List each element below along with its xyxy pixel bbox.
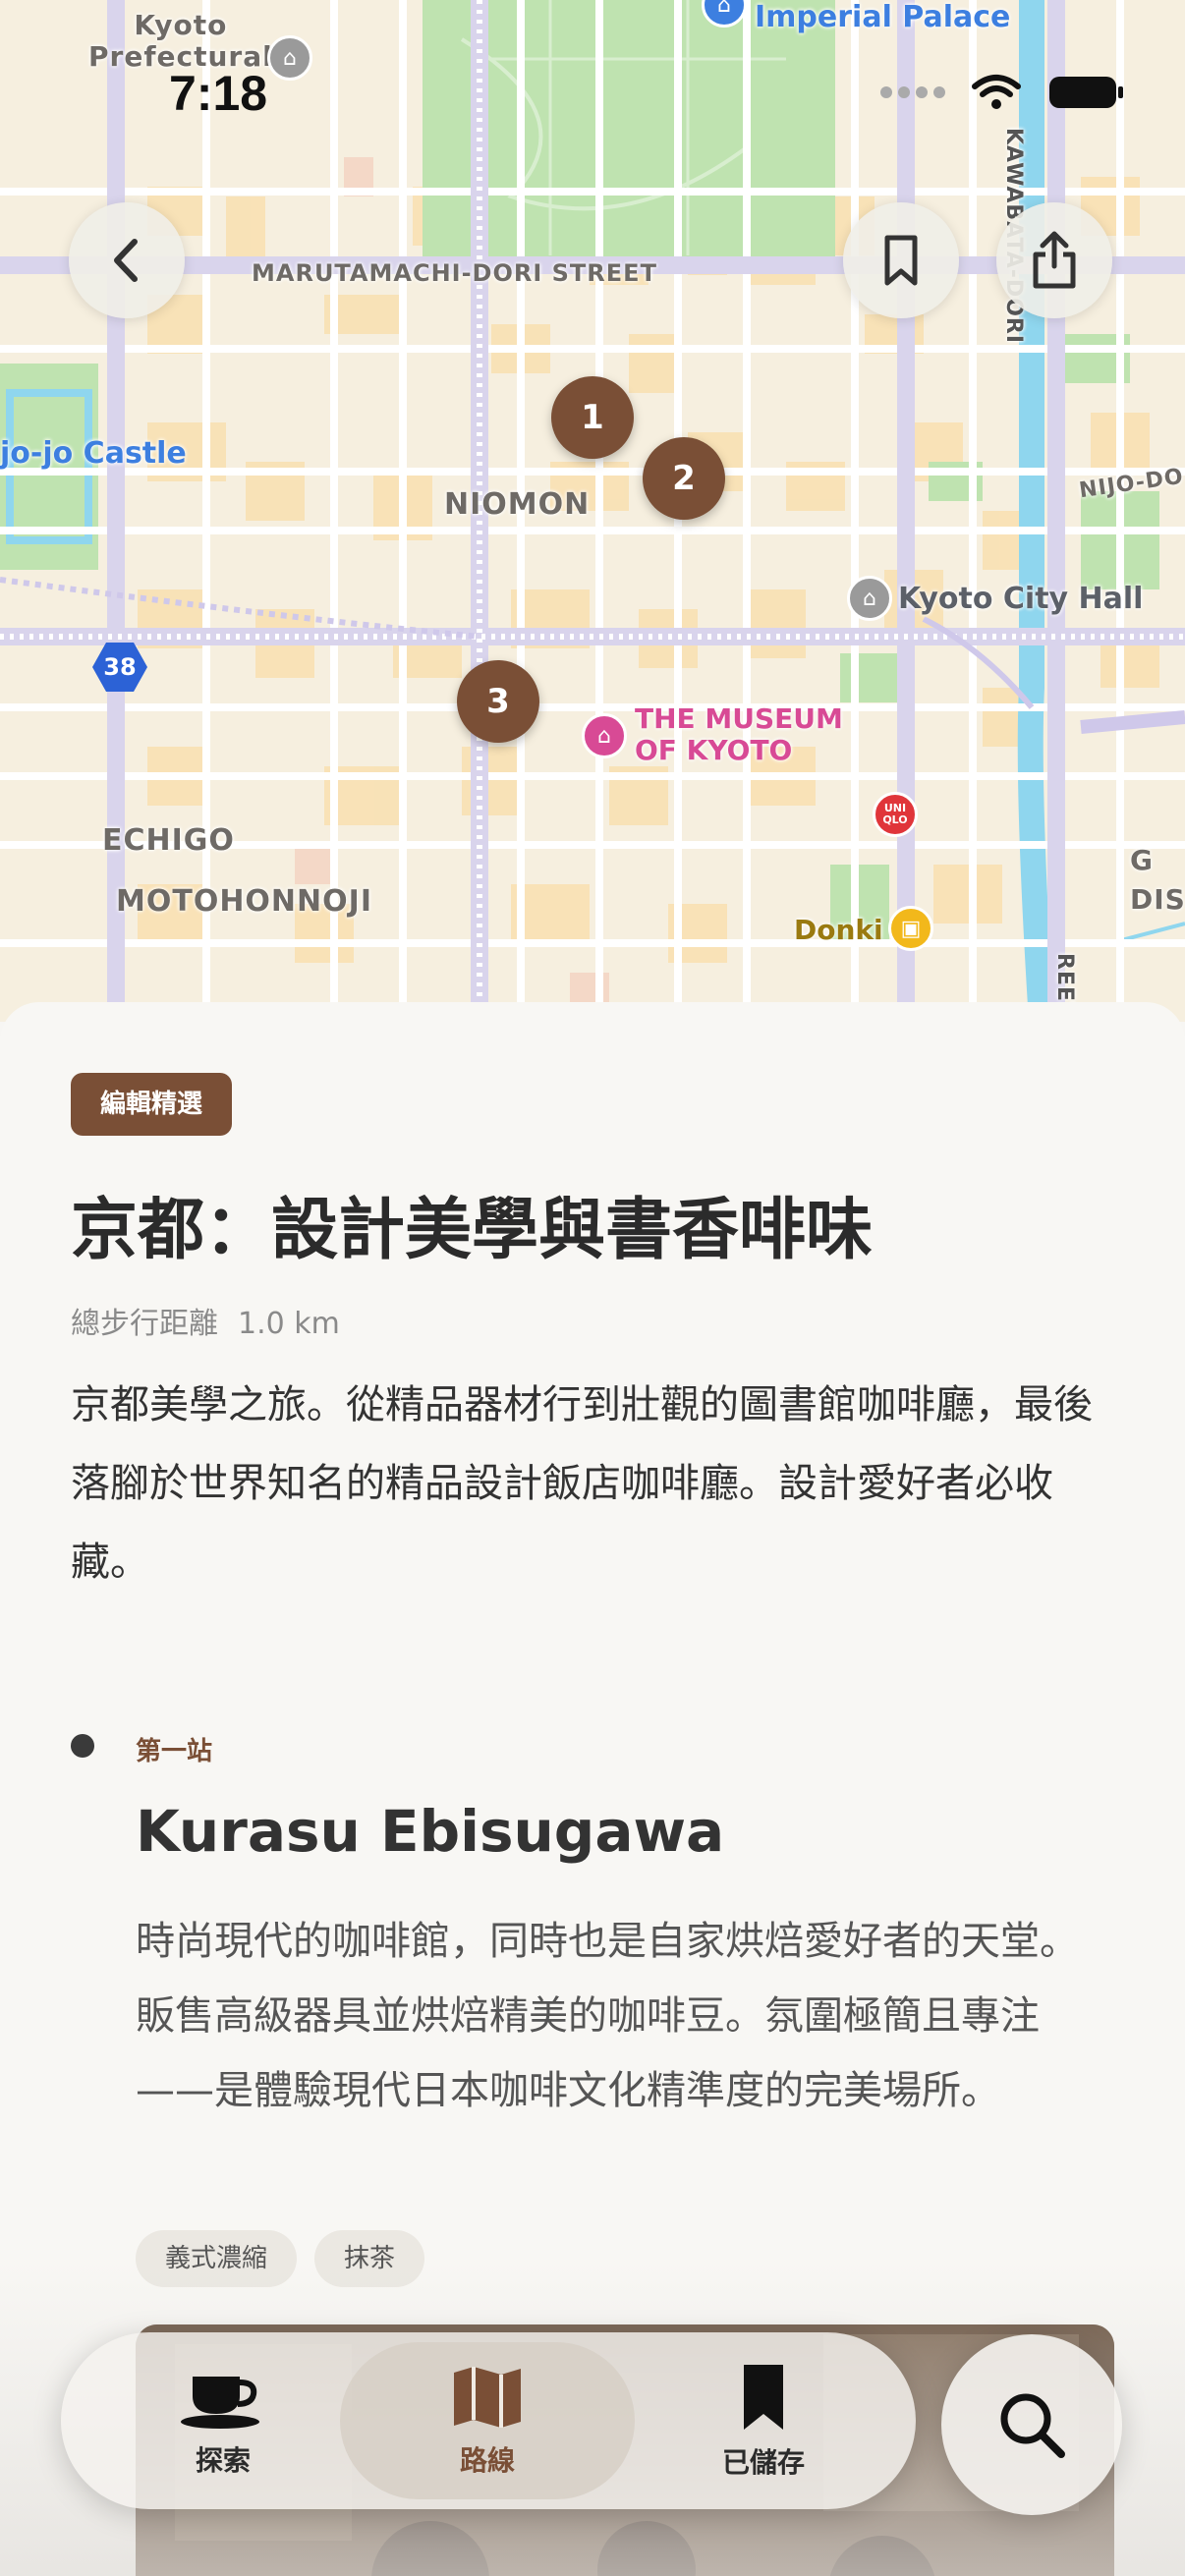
- map-icon: [454, 2367, 521, 2428]
- bookmark-icon: [884, 235, 918, 286]
- distance-value: 1.0 km: [238, 1307, 340, 1341]
- map-label-kyoto-prefectural: Kyoto Prefectural: [88, 9, 273, 73]
- map-label-niomon: NIOMON: [444, 487, 591, 522]
- search-button[interactable]: [941, 2334, 1122, 2515]
- tab-saved-label: 已儲存: [721, 2446, 805, 2479]
- shopping-bag-icon: ▣: [888, 906, 933, 951]
- city-hall-icon: ⌂: [847, 576, 892, 621]
- route-marker-2[interactable]: 2: [643, 437, 725, 520]
- route-marker-1[interactable]: 1: [551, 376, 634, 459]
- timeline-dot: [71, 1734, 94, 1758]
- wifi-icon: [972, 75, 1021, 109]
- tab-saved[interactable]: 已儲存: [650, 2342, 876, 2499]
- map-label-imperial-palace: Imperial Palace: [755, 0, 1011, 34]
- back-button[interactable]: [69, 202, 185, 318]
- map-label-donki: Donki: [794, 914, 883, 946]
- search-icon: [1000, 2393, 1065, 2458]
- editors-pick-badge: 編輯精選: [71, 1073, 233, 1136]
- stop-description: 時尚現代的咖啡館，同時也是自家烘焙愛好者的天堂。販售高級器具並烘焙精美的咖啡豆。…: [136, 1919, 1079, 2113]
- status-time: 7:18: [169, 66, 268, 121]
- status-icons: [876, 73, 1126, 112]
- tab-explore[interactable]: 探索: [120, 2342, 326, 2499]
- uniqlo-icon: UNI QLO: [873, 792, 918, 837]
- map-label-motohonnoji: MOTOHONNOJI: [116, 884, 372, 919]
- screen: Kyoto Prefectural ⌂ ⌂ Imperial Palace MA…: [0, 0, 1185, 2576]
- map-label-g-dis: G DIS: [1130, 844, 1185, 916]
- tab-bar: 探索 路線 已儲存: [61, 2332, 916, 2509]
- map-label-kyoto-city-hall: Kyoto City Hall: [898, 582, 1144, 616]
- bookmark-icon: [744, 2365, 783, 2430]
- dots-icon: [880, 86, 945, 98]
- distance-label: 總步行距離: [71, 1307, 218, 1341]
- back-icon: [114, 239, 138, 282]
- bookmark-button[interactable]: [843, 202, 959, 318]
- share-button[interactable]: [996, 202, 1112, 318]
- government-building-icon: ⌂: [267, 35, 312, 81]
- battery-icon: [1049, 77, 1123, 108]
- tab-explore-label: 探索: [195, 2444, 251, 2477]
- route-title: 京都：設計美學與書香啡味: [71, 1192, 874, 1269]
- stop-number-label: 第一站: [136, 1737, 213, 1766]
- map[interactable]: Kyoto Prefectural ⌂ ⌂ Imperial Palace MA…: [0, 0, 1185, 1022]
- route-marker-3[interactable]: 3: [457, 660, 539, 743]
- route-description: 京都美學之旅。從精品器材行到壯觀的圖書館咖啡廳，最後落腳於世界知名的精品設計飯店…: [71, 1382, 1093, 1585]
- map-label-nijo-castle: jo-jo Castle: [0, 436, 187, 471]
- stop-name[interactable]: Kurasu Ebisugawa: [136, 1798, 724, 1865]
- walking-distance: 總步行距離 1.0 km: [71, 1299, 340, 1342]
- share-icon: [1033, 231, 1076, 289]
- tab-routes[interactable]: 路線: [340, 2342, 635, 2499]
- map-label-museum: THE MUSEUM OF KYOTO: [635, 702, 843, 766]
- tab-routes-label: 路線: [459, 2444, 515, 2477]
- map-label-marutamachi: MARUTAMACHI-DORI STREET: [252, 259, 657, 287]
- museum-icon: ⌂: [582, 713, 627, 758]
- coffee-cup-icon: [181, 2377, 259, 2429]
- map-label-echigo: ECHIGO: [102, 823, 235, 858]
